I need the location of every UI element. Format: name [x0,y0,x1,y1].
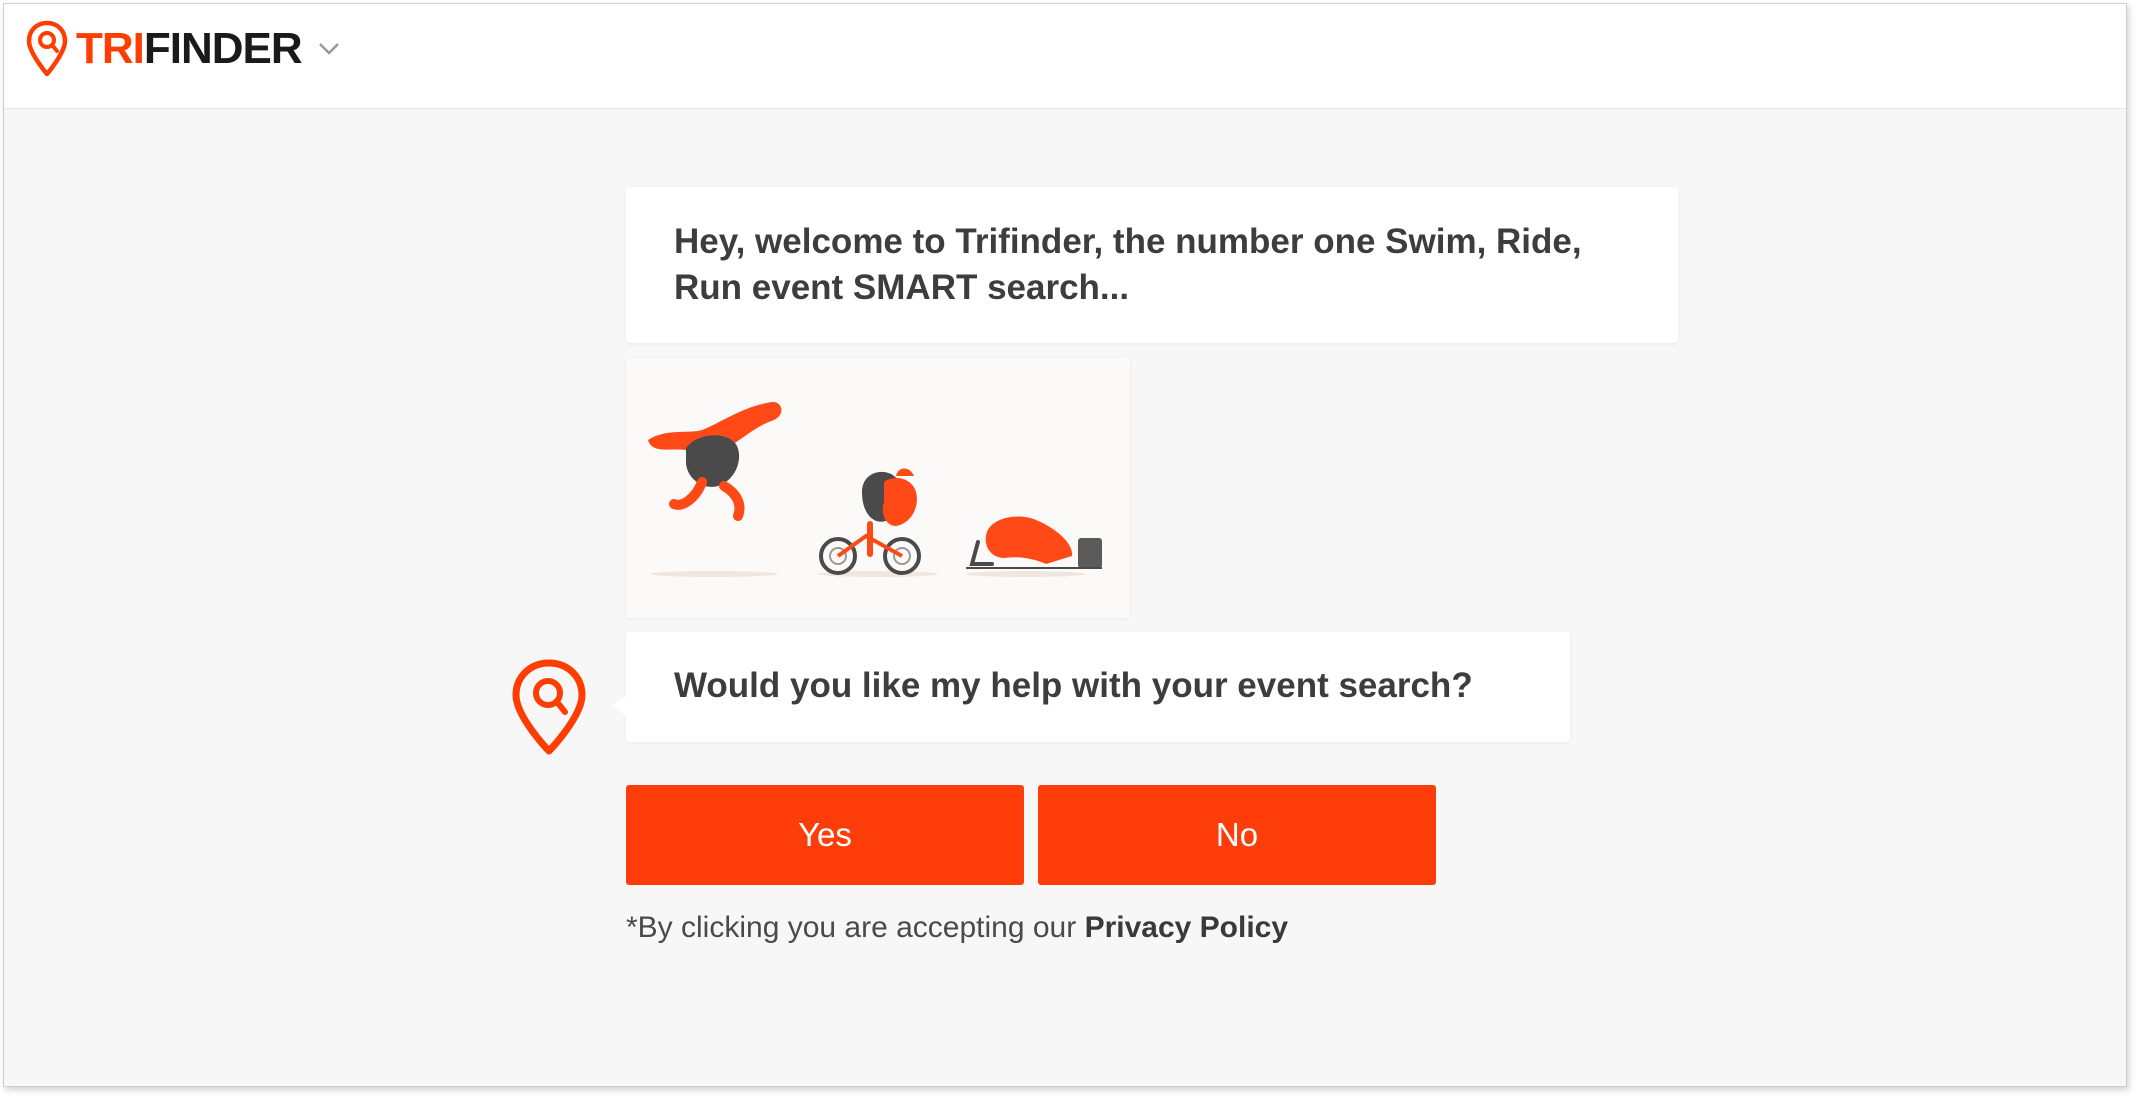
yes-button[interactable]: Yes [626,785,1024,885]
brand-suffix: FINDER [143,24,303,73]
no-button[interactable]: No [1038,785,1436,885]
privacy-policy-link[interactable]: Privacy Policy [1085,911,1288,944]
trifinder-pin-avatar-icon [512,659,586,755]
brand-logo[interactable]: TRIFINDER [26,20,340,78]
welcome-message: Hey, welcome to Trifinder, the number on… [674,222,1582,307]
question-message: Would you like my help with your event s… [674,666,1473,705]
map-pin-search-icon [26,20,68,77]
privacy-disclaimer: *By clicking you are accepting our Priva… [626,911,1288,945]
welcome-message-bubble: Hey, welcome to Trifinder, the number on… [626,187,1678,343]
brand-prefix: TRI [76,24,145,73]
illustration-bubble [626,358,1130,618]
app-window: TRIFINDER Hey, welcome to Trifinder, the… [3,3,2127,1087]
brand-wordmark: TRIFINDER [76,24,303,73]
disclaimer-text: *By clicking you are accepting our [626,911,1085,944]
top-bar: TRIFINDER [4,4,2126,109]
swim-bike-run-illustration [626,358,1130,618]
chevron-down-icon[interactable] [318,42,340,56]
question-bubble: Would you like my help with your event s… [612,632,1570,742]
